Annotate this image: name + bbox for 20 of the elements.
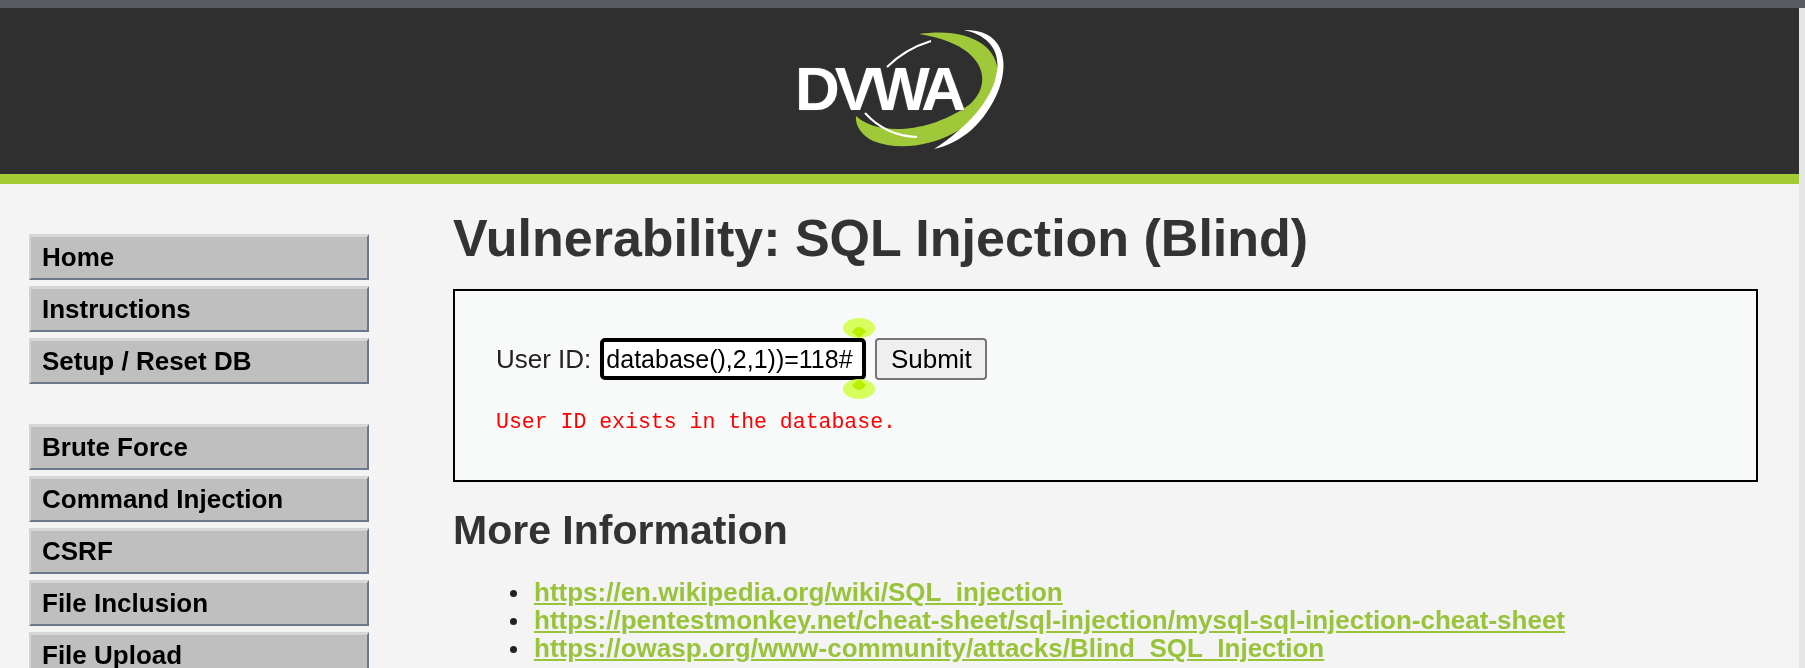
selection-handle-icon[interactable] [843,318,876,338]
menu-item[interactable]: Brute Force [29,424,369,470]
page-title: Vulnerability: SQL Injection (Blind) [453,208,1310,268]
submit-button[interactable]: Submit [875,338,988,380]
menu-item[interactable]: CSRF [29,528,369,574]
user-id-input[interactable]: database(),2,1))=118# [600,338,867,380]
menu-item[interactable]: File Inclusion [29,580,369,626]
bullet-icon [510,646,517,653]
result-message: User ID exists in the database. [496,409,897,435]
scrollbar[interactable] [1799,8,1805,668]
menu-item[interactable]: Instructions [29,286,369,332]
menu-item[interactable]: Setup / Reset DB [29,338,369,384]
logo-text: DVWA [795,58,961,120]
user-id-label: User ID: [496,343,592,375]
bullet-icon [510,618,517,625]
menu-item[interactable]: Command Injection [29,476,369,522]
section-heading: More Information [453,507,789,554]
selection-handle-icon[interactable] [843,379,876,399]
menu-item[interactable]: Home [29,234,369,280]
bullet-icon [510,590,517,597]
